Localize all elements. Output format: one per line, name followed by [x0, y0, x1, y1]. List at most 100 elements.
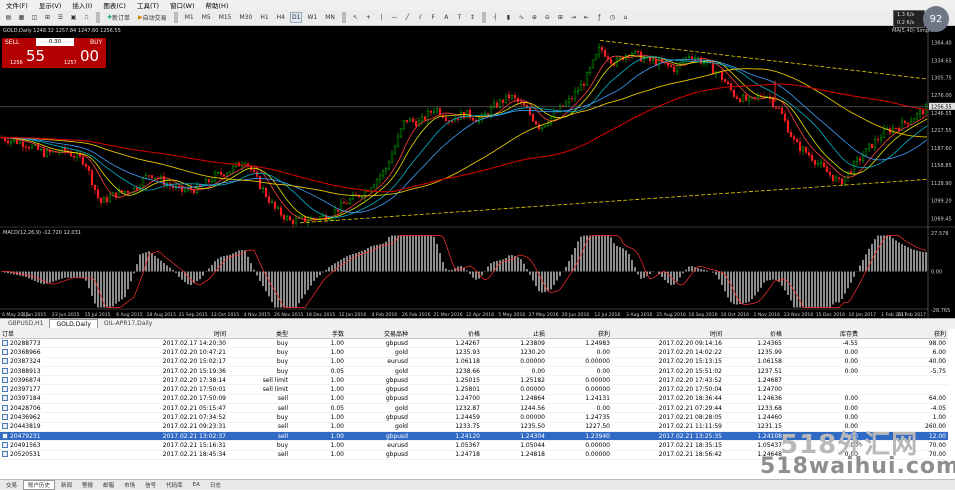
terminal-tab-7[interactable]: 代码库 [162, 481, 187, 489]
chart-tab-0[interactable]: GBPUSD,H1 [2, 319, 49, 328]
cursor-icon[interactable]: ↖ [350, 12, 361, 23]
table-row[interactable]: 203873242017.02.20 15:02:17buy1.00eurusd… [0, 357, 948, 366]
column-header[interactable]: 交易品种 [346, 329, 410, 339]
tile-windows-icon[interactable]: ⊞ [555, 12, 566, 23]
menu-item-6[interactable]: 帮助(H) [206, 0, 229, 10]
bar-chart-icon[interactable]: ┤ [490, 12, 501, 23]
macd-bar [211, 265, 212, 272]
column-header[interactable]: 获利 [547, 329, 612, 339]
menu-item-2[interactable]: 插入(I) [72, 0, 92, 10]
chart-area[interactable]: 1364.401334.651305.751276.001246.551217.… [0, 26, 955, 318]
table-row[interactable]: 203971842017.02.20 17:50:09sell1.00gbpus… [0, 394, 948, 403]
timeframe-m5[interactable]: M5 [199, 12, 214, 23]
timeframe-m15[interactable]: M15 [216, 12, 235, 23]
timeframe-h1[interactable]: H1 [257, 12, 271, 23]
macd-bar [532, 272, 533, 281]
candle-body [7, 141, 9, 143]
table-row[interactable]: 203971772017.02.20 17:50:01sell limit1.0… [0, 385, 948, 394]
auto-trading-button[interactable]: ▶自动交易 [135, 12, 170, 23]
menu-item-1[interactable]: 显示(V) [39, 0, 62, 10]
profiles-icon[interactable]: ▦ [16, 12, 27, 23]
label-icon[interactable]: T [454, 12, 465, 23]
menu-item-3[interactable]: 图表(C) [103, 0, 126, 10]
chart-canvas[interactable]: 1364.401334.651305.751276.001246.551217.… [0, 26, 955, 318]
macd-bar [418, 236, 419, 272]
crosshair-icon[interactable]: + [363, 12, 374, 23]
column-header[interactable]: 类型 [228, 329, 290, 339]
vertical-line-icon[interactable]: | [376, 12, 387, 23]
terminal-tab-1[interactable]: 账户历史 [23, 480, 55, 490]
table-row[interactable]: 204915632017.02.21 15:16:31buy1.00eurusd… [0, 441, 948, 450]
buy-button-label[interactable]: BUY [90, 39, 102, 46]
terminal-tab-3[interactable]: 警报 [78, 481, 97, 489]
table-row[interactable]: 204287062017.02.21 05:15:47sell0.05gold1… [0, 404, 948, 413]
timeframe-d1[interactable]: D1 [290, 12, 302, 23]
terminal-icon[interactable]: ▣ [68, 12, 79, 23]
column-header[interactable]: 时间 [100, 329, 228, 339]
macd-bar [685, 270, 686, 272]
column-header[interactable]: 订单 [0, 329, 100, 339]
arrows-icon[interactable]: ↕ [467, 12, 478, 23]
zoom-in-icon[interactable]: ⊕ [529, 12, 540, 23]
table-cell: eurusd [346, 357, 410, 366]
terminal-tab-6[interactable]: 信号 [141, 481, 160, 489]
channel-icon[interactable]: ⫽ [415, 12, 426, 23]
terminal-tab-5[interactable]: 市场 [120, 481, 139, 489]
table-row[interactable]: 203689662017.02.20 10:47:21buy1.00gold12… [0, 348, 948, 357]
chart-tab-2[interactable]: OIL-APR17,Daily [98, 319, 158, 328]
horizontal-line-icon[interactable]: — [389, 12, 400, 23]
table-row[interactable]: 204369622017.02.21 07:34:52buy1.00gbpusd… [0, 413, 948, 422]
table-row[interactable]: 204792312017.02.21 13:02:37sell1.00gbpus… [0, 431, 948, 440]
line-chart-icon[interactable]: ∿ [516, 12, 527, 23]
table-row[interactable]: 203889132017.02.20 15:19:36buy0.05gold12… [0, 366, 948, 375]
strategy-tester-icon[interactable]: ⎍ [81, 12, 92, 23]
column-header[interactable]: 止损 [482, 329, 547, 339]
new-chart-icon[interactable]: ▤ [3, 12, 14, 23]
timeframe-w1[interactable]: W1 [304, 12, 320, 23]
candle-body [781, 108, 783, 114]
timeframe-mn[interactable]: MN [322, 12, 338, 23]
new-order-button[interactable]: ✚新订单 [104, 12, 133, 23]
timeframe-m1[interactable]: M1 [182, 12, 197, 23]
terminal-tab-8[interactable]: EA [189, 482, 204, 488]
table-row[interactable]: 204438192017.02.21 09:23:31sell1.00gold1… [0, 422, 948, 431]
macd-bar [622, 248, 623, 271]
fibonacci-icon[interactable]: F [428, 12, 439, 23]
menu-item-0[interactable]: 文件(F) [6, 0, 28, 10]
navigator-icon[interactable]: ☰ [55, 12, 66, 23]
macd-bar [610, 237, 611, 271]
column-header[interactable]: 价格 [724, 329, 784, 339]
terminal-tab-4[interactable]: 邮箱 [99, 481, 118, 489]
templates-icon[interactable]: ⌂ [620, 12, 631, 23]
menu-item-4[interactable]: 工具(T) [137, 0, 159, 10]
terminal-tab-9[interactable]: 日志 [206, 481, 225, 489]
terminal-tab-0[interactable]: 交易 [2, 481, 21, 489]
sell-price-big[interactable]: 55 [26, 47, 45, 65]
sell-button-label[interactable]: SELL [5, 39, 19, 46]
autoscroll-icon[interactable]: ⇥ [568, 12, 579, 23]
terminal-tab-2[interactable]: 新闻 [57, 481, 76, 489]
lot-size-input[interactable]: 0.30 [36, 38, 74, 46]
column-header[interactable]: 获利 [860, 329, 948, 339]
text-icon[interactable]: A [441, 12, 452, 23]
zoom-out-icon[interactable]: ⊖ [542, 12, 553, 23]
trendline-icon[interactable]: ╱ [402, 12, 413, 23]
menu-item-5[interactable]: 窗口(W) [170, 0, 195, 10]
table-row[interactable]: 205205312017.02.21 18:45:34sell1.00gbpus… [0, 450, 948, 459]
table-row[interactable]: 203968742017.02.20 17:38:14sell limit1.0… [0, 376, 948, 385]
market-watch-icon[interactable]: ◫ [29, 12, 40, 23]
column-header[interactable]: 时间 [612, 329, 724, 339]
periods-icon[interactable]: ◷ [607, 12, 618, 23]
chart-tab-1[interactable]: GOLD,Daily [49, 319, 97, 328]
candlestick-icon[interactable]: ▮ [503, 12, 514, 23]
column-header[interactable]: 手数 [290, 329, 346, 339]
timeframe-m30[interactable]: M30 [237, 12, 256, 23]
column-header[interactable]: 库存费 [784, 329, 860, 339]
buy-price-big[interactable]: 00 [80, 47, 99, 65]
data-window-icon[interactable]: ⊞ [42, 12, 53, 23]
indicators-icon[interactable]: ƒ [594, 12, 605, 23]
timeframe-h4[interactable]: H4 [274, 12, 288, 23]
table-row[interactable]: 202887732017.02.17 14:20:30buy1.00gbpusd… [0, 339, 948, 348]
chart-shift-icon[interactable]: ⇤ [581, 12, 592, 23]
column-header[interactable]: 价格 [410, 329, 482, 339]
